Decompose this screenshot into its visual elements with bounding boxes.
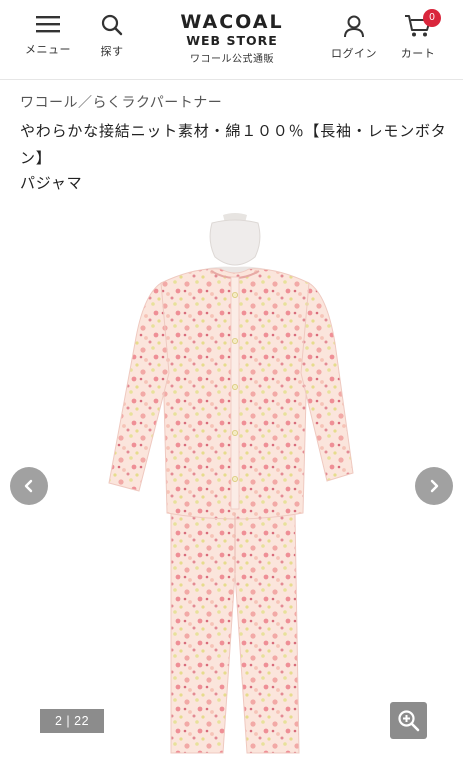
search-button[interactable]: 探す — [84, 14, 140, 59]
hamburger-icon — [36, 16, 60, 33]
login-button[interactable]: ログイン — [326, 14, 382, 61]
cart-button[interactable]: 0 カート — [390, 9, 446, 61]
chevron-left-icon — [24, 479, 33, 493]
logo-store: WEB STORE — [186, 33, 278, 48]
product-title: やわらかな接結ニット素材・綿１００％【長袖・レモンボタン】 — [20, 122, 447, 167]
logo-brand: WACOAL — [180, 11, 284, 33]
login-label: ログイン — [331, 47, 377, 60]
menu-label: メニュー — [25, 43, 71, 56]
product-gallery[interactable]: 2 | 22 — [0, 205, 463, 764]
search-label: 探す — [100, 45, 124, 58]
zoom-in-icon — [398, 710, 420, 732]
cart-count-badge: 0 — [423, 9, 441, 27]
menu-button[interactable]: メニュー — [20, 14, 76, 57]
site-logo[interactable]: WACOAL WEB STORE ワコール公式通販 — [160, 12, 304, 68]
product-brand[interactable]: ワコール／らくラクパートナー — [20, 92, 222, 112]
product-image-pajama — [108, 213, 354, 754]
zoom-button[interactable] — [390, 702, 427, 739]
next-image-button[interactable] — [415, 467, 453, 505]
cart-label: カート — [400, 47, 436, 60]
logo-subtitle: ワコール公式通販 — [190, 54, 274, 65]
site-header: メニュー 探す WACOAL WEB STORE ワコール公式通販 ログイン 0… — [0, 0, 463, 80]
chevron-right-icon — [430, 479, 439, 493]
prev-image-button[interactable] — [10, 467, 48, 505]
search-icon — [101, 14, 123, 36]
image-counter: 2 | 22 — [40, 709, 104, 733]
product-type: パジャマ — [20, 174, 83, 192]
user-icon — [344, 15, 364, 38]
